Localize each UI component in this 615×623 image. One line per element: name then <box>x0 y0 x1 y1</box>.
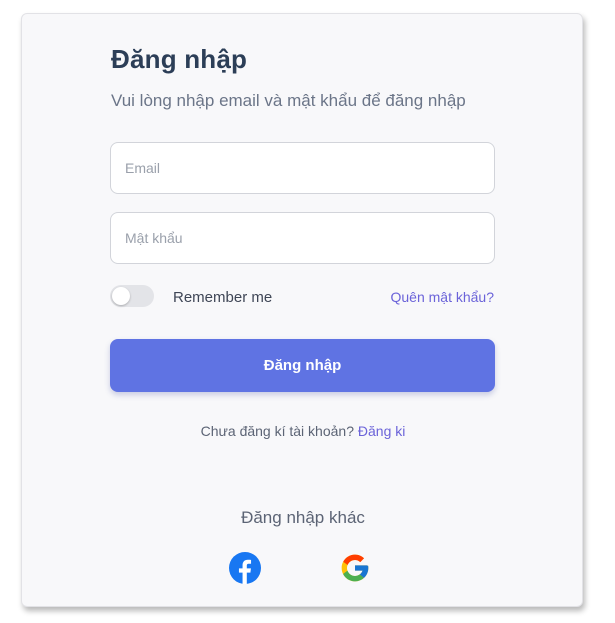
facebook-icon <box>229 552 261 584</box>
other-login-title: Đăng nhập khác <box>241 508 365 527</box>
signup-prompt-line: Chưa đăng kí tài khoản? Đăng ki <box>22 423 584 439</box>
page-title: Đăng nhập <box>111 44 248 74</box>
google-login-button[interactable] <box>339 552 371 584</box>
toggle-knob <box>112 287 130 305</box>
forgot-password-link[interactable]: Quên mật khẩu? <box>390 289 494 305</box>
page-subtitle: Vui lòng nhập email và mật khẩu để đăng … <box>111 91 466 110</box>
signup-link[interactable]: Đăng ki <box>358 423 405 439</box>
remember-me-toggle[interactable] <box>110 285 154 307</box>
login-button[interactable]: Đăng nhập <box>110 339 495 392</box>
facebook-login-button[interactable] <box>229 552 261 584</box>
login-card: Đăng nhập Vui lòng nhập email và mật khẩ… <box>21 13 583 607</box>
password-field[interactable] <box>110 212 495 264</box>
remember-me-label: Remember me <box>173 289 273 306</box>
email-field[interactable] <box>110 142 495 194</box>
signup-prompt-text: Chưa đăng kí tài khoản? <box>200 423 354 439</box>
google-icon <box>341 554 369 582</box>
